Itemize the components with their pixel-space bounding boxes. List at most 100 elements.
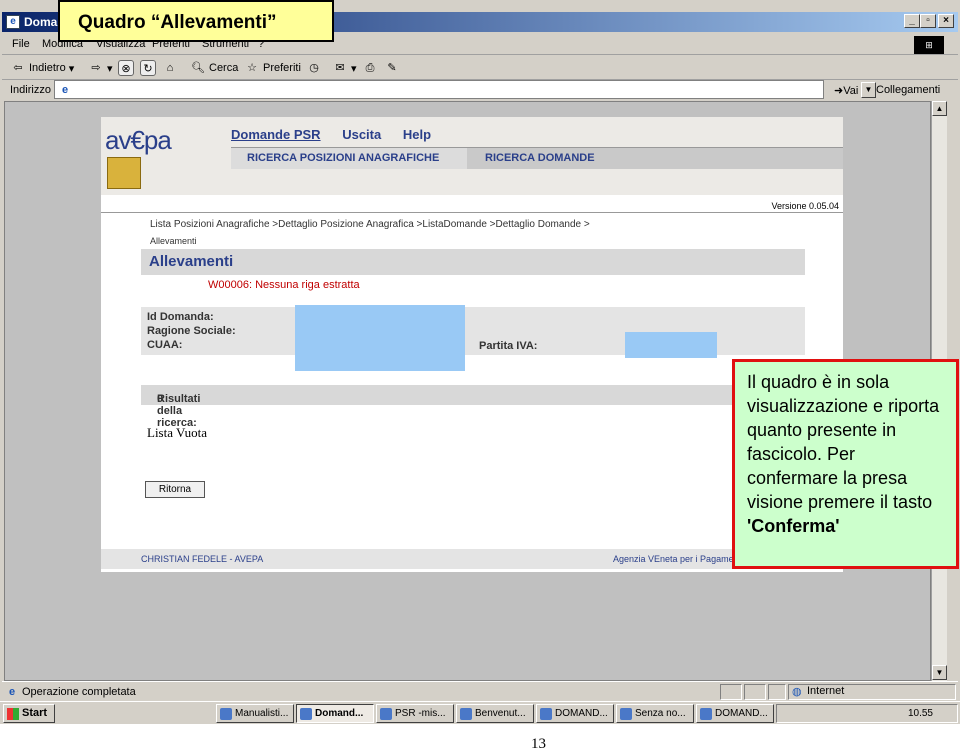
search-button[interactable]: 🔍︎ Cerca — [190, 60, 238, 76]
taskbar: Start Manualisti... Domand... PSR -mis..… — [0, 701, 960, 724]
partita-iva-label: Partita IVA: — [479, 340, 538, 352]
zone-label: Internet — [807, 685, 845, 697]
print-icon: ⎙ — [365, 62, 375, 74]
favorites-icon: ☆ — [247, 62, 257, 74]
zone-panel: ◍ Internet — [788, 684, 956, 700]
go-button[interactable]: ➜Vai — [834, 84, 858, 97]
favorites-label: Preferiti — [263, 62, 301, 74]
task-button[interactable]: DOMAND... — [696, 704, 774, 723]
status-panel — [768, 684, 786, 700]
error-message: W00006: Nessuna riga estratta — [208, 279, 360, 291]
home-icon: ⌂ — [166, 62, 174, 74]
edit-icon: ✎ — [387, 62, 397, 74]
callout-bold: 'Conferma' — [747, 516, 840, 536]
tab-ricerca-domande[interactable]: RICERCA DOMANDE — [485, 152, 595, 164]
back-label: Indietro — [29, 62, 66, 74]
results-count: 0 — [157, 393, 164, 405]
search-label: Cerca — [209, 62, 239, 74]
nav-help[interactable]: Help — [403, 127, 431, 142]
page-icon: e — [61, 84, 69, 96]
tab-ricerca-posizioni[interactable]: RICERCA POSIZIONI ANAGRAFICHE — [231, 148, 467, 169]
edit-button[interactable]: ✎ — [384, 60, 400, 76]
menu-file[interactable]: File — [12, 38, 30, 50]
status-text: Operazione completata — [22, 686, 136, 698]
region-shield-icon — [107, 157, 141, 189]
clock: 10.55 — [907, 708, 933, 719]
toolbar: ⇦ Indietro ▾ ⇨ ▾ ⊗ ↻ ⌂ 🔍︎ Cerca ☆ Preferiti… — [2, 56, 958, 80]
maximize-button[interactable]: ▫ — [920, 14, 936, 28]
task-button[interactable]: PSR -mis... — [376, 704, 454, 723]
top-nav: Domande PSR Uscita Help — [231, 127, 449, 142]
window-title: Domar — [24, 15, 63, 29]
version-label: Versione 0.05.04 — [101, 201, 843, 213]
back-button[interactable]: ⇦ Indietro ▾ — [10, 60, 74, 76]
status-panel — [744, 684, 766, 700]
mail-icon: ✉ — [335, 62, 345, 74]
go-arrow-icon: ➜ — [834, 85, 844, 97]
avepa-logo: av€pa — [105, 125, 172, 155]
address-dropdown[interactable]: ▼ — [861, 82, 876, 98]
refresh-button[interactable]: ↻ — [140, 60, 156, 76]
globe-icon: ◍ — [792, 686, 802, 698]
go-label: Vai — [843, 85, 859, 97]
task-button[interactable]: Manualisti... — [216, 704, 294, 723]
sub-nav: RICERCA POSIZIONI ANAGRAFICHE RICERCA DO… — [231, 147, 843, 169]
scroll-up-button[interactable]: ▲ — [932, 101, 947, 116]
task-button[interactable]: DOMAND... — [536, 704, 614, 723]
search-icon: 🔍︎ — [191, 62, 205, 74]
breadcrumb-path[interactable]: Lista Posizioni Anagrafiche >Dettaglio P… — [150, 217, 590, 233]
favorites-button[interactable]: ☆ Preferiti — [244, 60, 301, 76]
address-input[interactable]: e ▼ — [54, 80, 876, 99]
ie-icon: e — [6, 15, 20, 29]
footer-right: Agenzia VEneta per i Pagame — [613, 554, 734, 564]
task-button[interactable]: Senza no... — [616, 704, 694, 723]
print-button[interactable]: ⎙ — [362, 60, 378, 76]
redacted-piva-box — [625, 332, 717, 358]
id-domanda-label: Id Domanda: — [147, 311, 214, 323]
address-label: Indirizzo — [10, 84, 51, 96]
ritorna-button[interactable]: Ritorna — [145, 481, 205, 498]
close-button[interactable]: × — [938, 14, 954, 28]
start-button[interactable]: Start — [3, 704, 55, 723]
footer-left: CHRISTIAN FEDELE - AVEPA — [141, 554, 264, 564]
home-button[interactable]: ⌂ — [162, 60, 178, 76]
callout-text: Il quadro è in sola visualizzazione e ri… — [747, 372, 940, 512]
history-icon: ◷ — [309, 62, 319, 74]
callout-box: Il quadro è in sola visualizzazione e ri… — [732, 359, 959, 569]
minimize-button[interactable]: _ — [904, 14, 920, 28]
address-bar: Indirizzo e ▼ ➜Vai Collegamenti — [2, 80, 958, 100]
task-button-active[interactable]: Domand... — [296, 704, 374, 723]
links-button[interactable]: Collegamenti — [876, 84, 940, 96]
windows-logo-icon: ⊞ — [914, 36, 944, 54]
breadcrumb-current: Allevamenti — [150, 236, 197, 246]
scroll-down-button[interactable]: ▼ — [932, 665, 947, 680]
stop-icon: ⊗ — [118, 60, 134, 76]
task-button[interactable]: Benvenut... — [456, 704, 534, 723]
nav-uscita[interactable]: Uscita — [342, 127, 381, 142]
status-panel — [720, 684, 742, 700]
results-label-text: Risultati della ricerca: — [157, 393, 201, 429]
page-number: 13 — [531, 736, 546, 752]
results-bar: Risultati della ricerca: 0 — [141, 385, 805, 429]
history-button[interactable]: ◷ — [306, 60, 322, 76]
section-header: Allevamenti — [141, 249, 805, 275]
stop-button[interactable]: ⊗ — [118, 60, 134, 76]
overlay-title: Quadro “Allevamenti” — [58, 0, 334, 42]
nav-domande-psr[interactable]: Domande PSR — [231, 127, 321, 142]
page-title: Allevamenti — [149, 253, 234, 270]
system-tray: 10.55 — [776, 704, 958, 723]
status-page-icon: e — [8, 686, 16, 698]
app-header: av€pa Domande PSR Uscita Help RICERCA PO… — [101, 117, 843, 195]
mail-button[interactable]: ✉ ▾ — [332, 60, 356, 76]
redacted-values-box — [295, 305, 465, 371]
breadcrumb: Lista Posizioni Anagrafiche >Dettaglio P… — [150, 217, 590, 249]
cuaa-label: CUAA: — [147, 339, 183, 351]
status-bar: e Operazione completata ◍ Internet — [2, 681, 958, 701]
empty-list-text: Lista Vuota — [147, 425, 207, 440]
forward-button[interactable]: ⇨ ▾ — [88, 60, 112, 76]
back-arrow-icon: ⇦ — [13, 62, 23, 74]
forward-arrow-icon: ⇨ — [91, 62, 101, 74]
ragione-sociale-label: Ragione Sociale: — [147, 325, 236, 337]
results-label: Risultati della ricerca: 0 — [149, 389, 200, 429]
refresh-icon: ↻ — [140, 60, 156, 76]
